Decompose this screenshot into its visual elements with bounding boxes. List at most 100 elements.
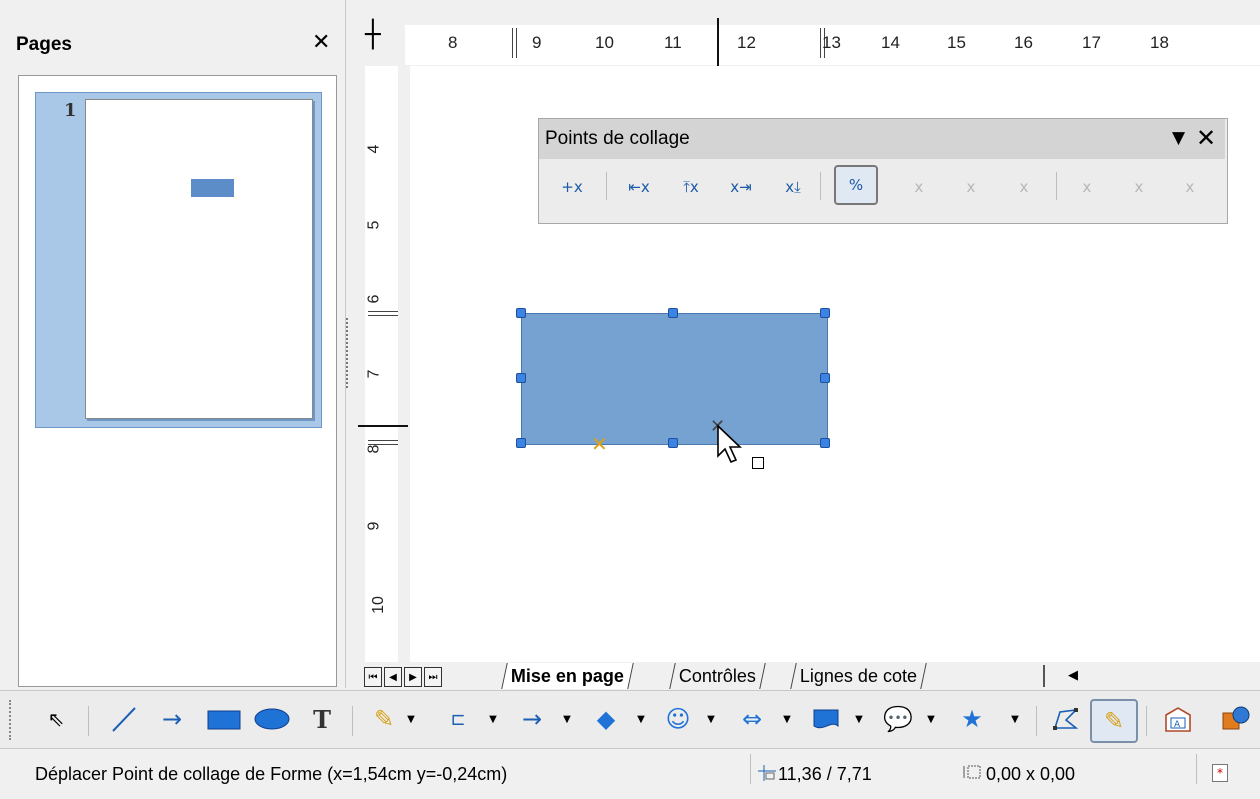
page-thumbnail-number: 1 xyxy=(64,100,77,121)
glue-point-vertical-top-button[interactable]: x xyxy=(1072,172,1102,202)
glue-point-horizontal-center-button[interactable]: x xyxy=(956,172,986,202)
arrow-line-tool-icon[interactable]: → xyxy=(152,704,192,734)
symbol-shapes-smiley-icon[interactable]: ☺ xyxy=(660,704,696,734)
dropdown-arrow-icon[interactable]: ▼ xyxy=(560,704,574,734)
selection-handle-bottom-right[interactable] xyxy=(820,438,830,448)
exit-direction-top-button[interactable]: ⤒x xyxy=(676,172,706,202)
status-size: 0,00 x 0,00 xyxy=(986,764,1076,784)
tab-controles[interactable]: Contrôles xyxy=(669,663,766,689)
rectangle-tool-icon[interactable] xyxy=(204,704,244,734)
toolbar-grip[interactable] xyxy=(9,700,15,740)
ellipse-tool-icon[interactable] xyxy=(252,704,292,734)
ruler-tick-label: 8 xyxy=(448,33,458,52)
ruler-tick-label: 13 xyxy=(822,33,841,52)
selection-handle-top-right[interactable] xyxy=(820,308,830,318)
dropdown-arrow-icon[interactable]: ▼ xyxy=(704,704,718,734)
glue-point-horizontal-right-button[interactable]: x xyxy=(1009,172,1039,202)
tab-lignes-de-cote[interactable]: Lignes de cote xyxy=(790,663,927,689)
ruler-tick-label: 4 xyxy=(365,144,383,154)
rectangle-shape[interactable] xyxy=(521,313,828,445)
status-message: Déplacer Point de collage de Forme (x=1,… xyxy=(35,764,508,784)
stars-icon[interactable]: ★ xyxy=(954,704,990,734)
dropdown-arrow-icon[interactable]: ▼ xyxy=(634,704,648,734)
ruler-origin-icon[interactable]: ┼ xyxy=(365,22,381,48)
ruler-tick-label: 12 xyxy=(737,33,756,52)
ruler-tick-label: 9 xyxy=(532,33,542,52)
callouts-icon[interactable]: 💬 xyxy=(880,704,916,734)
ruler-tick-label: 18 xyxy=(1150,33,1169,52)
curve-tool-icon[interactable]: ✎ xyxy=(366,704,402,734)
gluepoints-toolbar-title: Points de collage xyxy=(545,128,690,149)
exit-direction-right-button[interactable]: x⇥ xyxy=(726,172,756,202)
page-thumbnail[interactable] xyxy=(85,99,313,419)
ruler-margin-marker xyxy=(368,311,398,316)
exit-direction-left-button[interactable]: ⇤x xyxy=(624,172,654,202)
toolbar-separator xyxy=(1146,706,1147,736)
vertical-ruler[interactable] xyxy=(365,66,398,666)
basic-shapes-diamond-icon[interactable]: ◆ xyxy=(588,704,624,734)
glue-point-horizontal-left-button[interactable]: x xyxy=(904,172,934,202)
document-modified-icon[interactable]: * xyxy=(1212,764,1228,782)
ruler-tick-label: 7 xyxy=(365,369,383,379)
selection-handle-bottom-left[interactable] xyxy=(516,438,526,448)
close-icon[interactable]: ✕ xyxy=(312,30,330,55)
3d-objects-icon[interactable] xyxy=(1216,704,1256,734)
lines-arrows-tool-icon[interactable]: → xyxy=(514,704,550,734)
selection-handle-bottom-center[interactable] xyxy=(668,438,678,448)
ruler-cursor-marker xyxy=(717,18,719,66)
glue-point-relative-button[interactable]: % xyxy=(834,165,878,205)
dropdown-arrow-icon[interactable]: ▼ xyxy=(486,704,500,734)
ruler-tick-label: 14 xyxy=(881,33,900,52)
insert-glue-point-button[interactable]: +x xyxy=(557,172,587,202)
drag-copy-box-icon xyxy=(752,457,764,469)
connector-tool-icon[interactable]: ⊏ xyxy=(440,704,476,734)
ruler-margin-marker xyxy=(512,28,517,58)
status-position: 11,36 / 7,71 xyxy=(778,764,872,784)
dropdown-arrow-icon[interactable]: ▼ xyxy=(852,704,866,734)
page-thumbnail-shape xyxy=(191,179,234,197)
glue-point-marker[interactable]: ✕ xyxy=(591,432,608,456)
toolbar-separator xyxy=(1056,172,1057,200)
ruler-tick-label: 16 xyxy=(1014,33,1033,52)
ruler-tick-label: 17 xyxy=(1082,33,1101,52)
exit-direction-bottom-button[interactable]: x⤓ xyxy=(778,172,808,202)
ruler-tick-label: 15 xyxy=(947,33,966,52)
ruler-cursor-marker xyxy=(358,425,408,427)
flowchart-icon[interactable] xyxy=(808,704,844,734)
ruler-tick-label: 6 xyxy=(365,294,383,304)
selection-handle-middle-left[interactable] xyxy=(516,373,526,383)
selection-handle-top-center[interactable] xyxy=(668,308,678,318)
line-tool-icon[interactable] xyxy=(106,704,142,734)
dropdown-arrow-icon[interactable]: ▼ xyxy=(404,704,418,734)
tab-next-button[interactable]: ▶ xyxy=(404,667,422,687)
ruler-tick-label: 11 xyxy=(664,33,682,52)
fontwork-icon[interactable]: A xyxy=(1158,704,1198,734)
tab-last-button[interactable]: ⏭ xyxy=(424,667,442,687)
ruler-tick-label: 10 xyxy=(595,33,614,52)
text-tool-icon[interactable]: T xyxy=(308,704,336,734)
splitter-grip[interactable] xyxy=(346,318,354,388)
points-edit-icon[interactable] xyxy=(1048,704,1084,734)
close-icon[interactable]: ✕ xyxy=(1196,124,1216,152)
select-arrow-icon[interactable]: ⇖ xyxy=(42,704,70,734)
scroll-left-arrow-icon[interactable]: ◀ xyxy=(1068,668,1078,683)
position-icon xyxy=(758,765,776,785)
tab-first-button[interactable]: ⏮ xyxy=(364,667,382,687)
size-icon xyxy=(962,763,982,785)
selection-handle-top-left[interactable] xyxy=(516,308,526,318)
dropdown-arrow-icon[interactable]: ▼ xyxy=(780,704,794,734)
selection-handle-middle-right[interactable] xyxy=(820,373,830,383)
dropdown-arrow-icon[interactable]: ▼ xyxy=(1172,128,1185,148)
dropdown-arrow-icon[interactable]: ▼ xyxy=(1008,704,1022,734)
pages-pane-title: Pages xyxy=(16,34,72,55)
block-arrows-icon[interactable]: ⇔ xyxy=(732,704,772,734)
tab-label: Contrôles xyxy=(679,665,757,686)
tab-label: Lignes de cote xyxy=(800,665,918,686)
toolbar-separator xyxy=(606,172,607,200)
tab-mise-en-page[interactable]: Mise en page xyxy=(501,663,634,689)
glue-points-tool-icon[interactable]: ✎ xyxy=(1090,699,1138,743)
glue-point-vertical-center-button[interactable]: x xyxy=(1124,172,1154,202)
tab-prev-button[interactable]: ◀ xyxy=(384,667,402,687)
dropdown-arrow-icon[interactable]: ▼ xyxy=(924,704,938,734)
glue-point-vertical-bottom-button[interactable]: x xyxy=(1175,172,1205,202)
